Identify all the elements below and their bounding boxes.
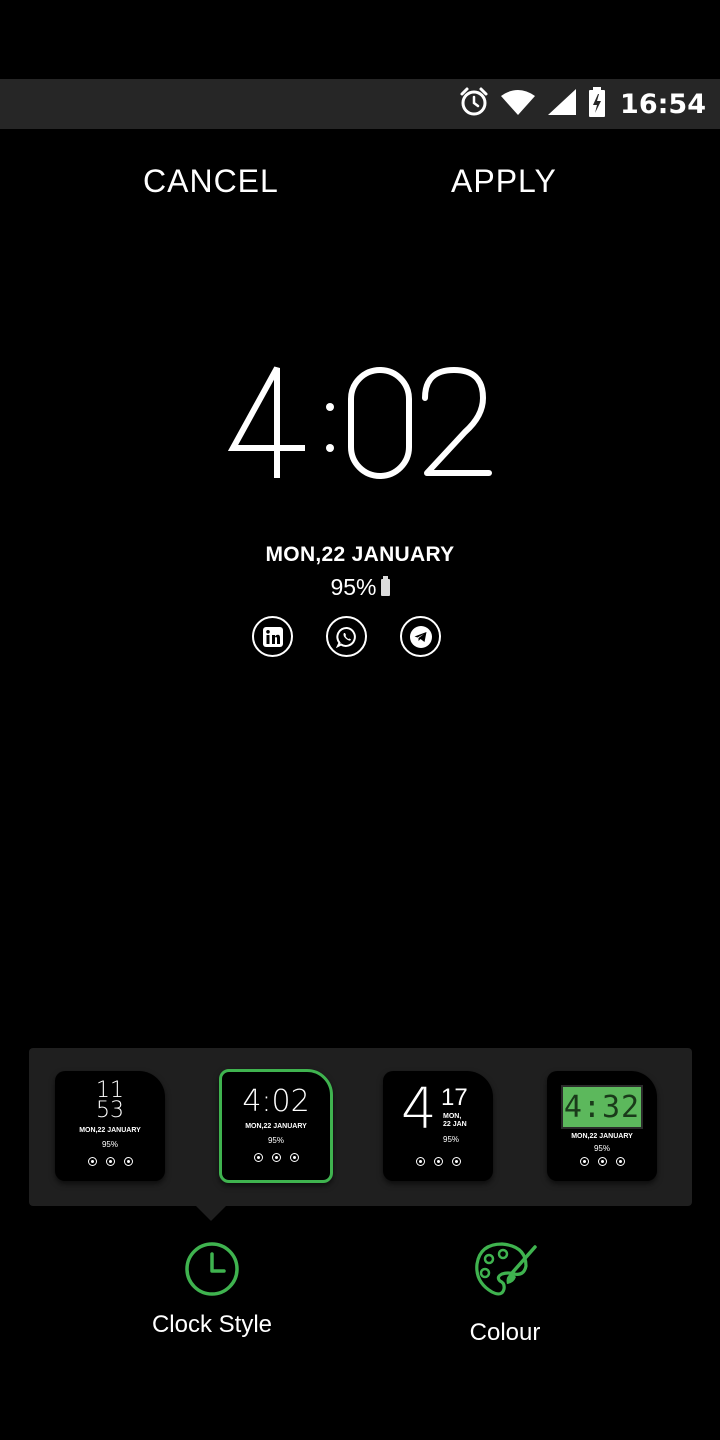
style-2-battery: 95%: [267, 1136, 284, 1145]
style-2-app-dots: [222, 1153, 330, 1162]
style-1-minute: 53: [96, 1098, 124, 1123]
clock-style-option-1[interactable]: 11 53 MON,22 JANUARY 95%: [55, 1071, 165, 1181]
screen: 16:54 CANCEL APPLY MON,22 JANUARY 95% 11…: [0, 0, 720, 1440]
style-3-battery: 95%: [443, 1135, 460, 1144]
style-1-battery: 95%: [101, 1140, 118, 1149]
status-time: 16:54: [620, 88, 706, 120]
style-4-battery: 95%: [593, 1144, 610, 1153]
clock-style-option-3[interactable]: 4 17 MON, 22 JAN 95%: [383, 1071, 493, 1181]
tab-colour[interactable]: Colour: [430, 1240, 580, 1347]
date-label: MON,22 JANUARY: [265, 543, 455, 566]
wifi-icon: [500, 88, 536, 121]
cancel-button[interactable]: CANCEL: [143, 163, 279, 200]
alarm-icon: [458, 86, 490, 123]
clock-style-option-4[interactable]: 4:32 MON,22 JANUARY 95%: [547, 1071, 657, 1181]
notification-apps: [252, 616, 441, 657]
battery-charging-icon: [588, 86, 606, 123]
signal-icon: [546, 88, 578, 121]
tab-colour-label: Colour: [469, 1319, 541, 1346]
style-1-date: MON,22 JANUARY: [79, 1127, 141, 1134]
style-3-date: 22 JAN: [443, 1121, 467, 1128]
tab-clock-style-label: Clock Style: [151, 1311, 273, 1338]
tab-clock-style[interactable]: Clock Style: [130, 1240, 294, 1339]
style-3-day: MON,: [443, 1113, 462, 1120]
style-2-date: MON,22 JANUARY: [245, 1123, 307, 1130]
clock-preview-time: [0, 360, 720, 490]
whatsapp-icon: [326, 616, 367, 657]
style-3-hour: 4: [401, 1077, 437, 1142]
style-1-app-dots: [55, 1157, 165, 1166]
style-2-time: 4:02: [242, 1084, 310, 1119]
battery-level: 95%: [0, 574, 720, 601]
style-3-minute: 17: [441, 1084, 468, 1111]
style-4-app-dots: [547, 1157, 657, 1166]
style-4-date: MON,22 JANUARY: [571, 1133, 633, 1140]
style-4-lcd-panel: 4:32: [561, 1085, 643, 1129]
panel-pointer: [196, 1206, 226, 1221]
clock-digits: [227, 366, 492, 479]
style-4-time: 4:32: [563, 1089, 641, 1125]
status-bar: 16:54: [0, 79, 720, 129]
battery-icon: [380, 576, 390, 596]
style-3-app-dots: [383, 1157, 493, 1166]
telegram-icon: [400, 616, 441, 657]
apply-button[interactable]: APPLY: [451, 163, 557, 200]
clock-icon: [130, 1240, 294, 1303]
palette-icon: [430, 1240, 580, 1305]
clock-style-option-2[interactable]: 4:02 MON,22 JANUARY 95%: [219, 1069, 333, 1183]
battery-percent: 95%: [330, 574, 377, 600]
linkedin-icon: [252, 616, 293, 657]
